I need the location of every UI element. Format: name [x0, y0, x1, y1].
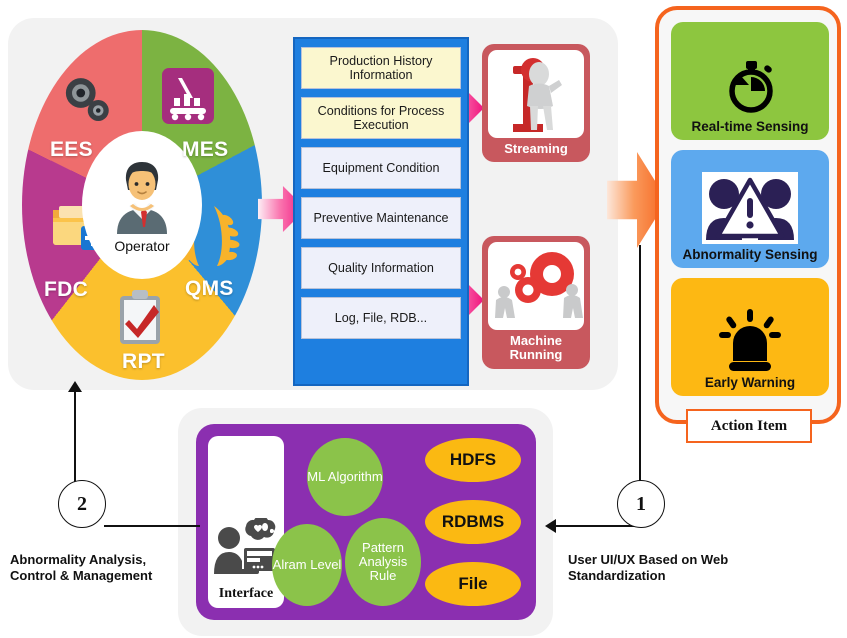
list-item[interactable]: Quality Information — [301, 247, 461, 289]
process-card-label: Machine Running — [509, 333, 563, 363]
data-sources-list: Production History Information Condition… — [293, 37, 469, 386]
wheel-segment-rpt[interactable]: RPT — [122, 350, 165, 374]
gears-icon — [65, 78, 109, 121]
storage-node-rdbms[interactable]: RDBMS — [425, 500, 521, 544]
action-card-early-warning[interactable]: Early Warning — [671, 278, 829, 396]
callout-2-badge: 2 — [58, 480, 106, 528]
callout-1-badge: 1 — [617, 480, 665, 528]
callout-2-vertical-line — [74, 390, 76, 482]
process-card-streaming[interactable]: Streaming — [482, 44, 590, 163]
streaming-illustration — [488, 50, 584, 138]
action-card-label: Early Warning — [704, 375, 796, 390]
process-card-label: Streaming — [504, 141, 568, 156]
alarm-beacon-icon — [719, 309, 781, 371]
callout-1-horizontal-line — [556, 525, 640, 527]
list-item[interactable]: Conditions for Process Execution — [301, 97, 461, 139]
list-item[interactable]: Log, File, RDB... — [301, 297, 461, 339]
action-card-label: Abnormality Sensing — [682, 247, 818, 262]
list-item[interactable]: Production History Information — [301, 47, 461, 89]
storage-node-hdfs[interactable]: HDFS — [425, 438, 521, 482]
conveyor-crane-icon — [162, 68, 214, 124]
action-card-label: Real-time Sensing — [691, 119, 809, 134]
wheel-segment-ees[interactable]: EES — [50, 138, 93, 162]
wheel-segment-fdc[interactable]: FDC — [44, 278, 88, 302]
callout-1-vertical-line — [639, 245, 641, 487]
platform-node-alram-level[interactable]: Alram Level — [272, 524, 342, 606]
platform-node-ml-algorithm[interactable]: ML Algorithm — [307, 438, 383, 516]
callout-2-horizontal-line — [104, 525, 200, 527]
list-item[interactable]: Preventive Maintenance — [301, 197, 461, 239]
action-card-abnormality-sensing[interactable]: Abnormality Sensing — [671, 150, 829, 268]
callout-1-arrowhead-icon — [545, 519, 556, 533]
stopwatch-icon — [729, 61, 773, 113]
interface-label: Interface — [218, 586, 274, 601]
list-item[interactable]: Equipment Condition — [301, 147, 461, 189]
platform-node-pattern-analysis-rule[interactable]: Pattern Analysis Rule — [345, 518, 421, 606]
clipboard-check-icon — [120, 290, 160, 344]
action-card-real-time-sensing[interactable]: Real-time Sensing — [671, 22, 829, 140]
action-item-panel: Real-time Sensing Abnormality Sensing Ea… — [655, 6, 841, 424]
gears-workers-icon — [495, 252, 583, 318]
callout-2-arrowhead-icon — [68, 381, 82, 392]
abnormality-icon-plate — [702, 172, 798, 244]
storage-node-file[interactable]: File — [425, 562, 521, 606]
action-item-title: Action Item — [686, 409, 812, 443]
wheel-segment-mes[interactable]: MES — [182, 138, 228, 162]
interface-card[interactable]: Interface — [208, 436, 284, 608]
operator-avatar-icon — [117, 162, 167, 234]
person-data-streaming-icon — [513, 58, 562, 132]
user-monitor-thought-icon — [214, 518, 276, 574]
machine-running-illustration — [488, 242, 584, 330]
wheel-segment-qms[interactable]: QMS — [185, 277, 234, 301]
operator-label: Operator — [114, 238, 170, 254]
systems-wheel: Operator EES MES QMS RPT FDC — [22, 30, 262, 380]
process-card-machine-running[interactable]: Machine Running — [482, 236, 590, 369]
callout-1-caption: User UI/UX Based on Web Standardization — [568, 552, 729, 584]
callout-2-caption: Abnormality Analysis, Control & Manageme… — [10, 552, 153, 584]
people-warning-icon — [706, 177, 794, 240]
